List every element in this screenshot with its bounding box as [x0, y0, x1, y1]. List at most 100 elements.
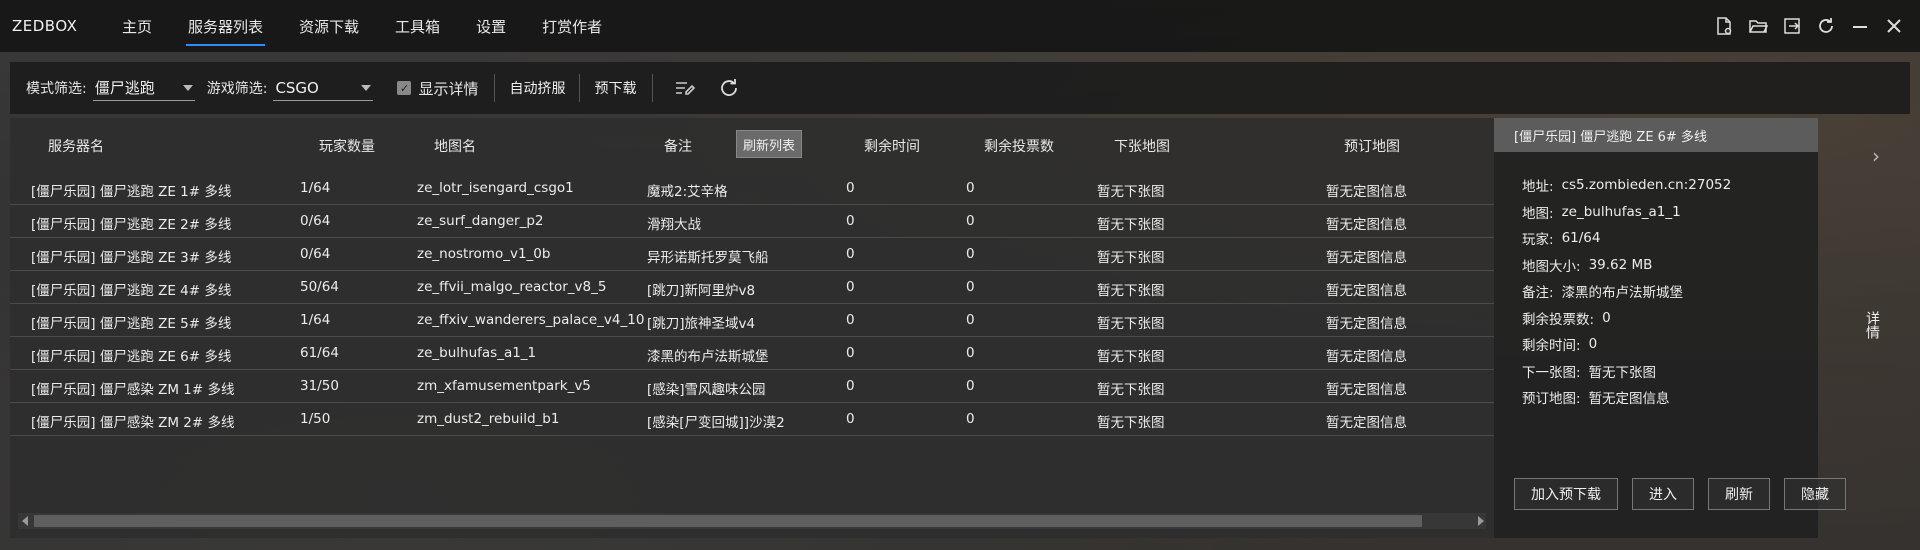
nav-home[interactable]: 主页 [104, 0, 170, 52]
folder-open-icon[interactable] [1746, 14, 1770, 38]
cell-note: [感染[尸变回城]]沙漠2 [647, 415, 785, 431]
game-filter-label: 游戏筛选: [206, 81, 268, 97]
header-next-map[interactable]: 下张地图 [1114, 136, 1170, 156]
cell-reserved-map: 暂无定图信息 [1326, 316, 1407, 332]
cell-players: 50/64 [300, 279, 339, 295]
toolbar-divider [579, 74, 581, 102]
cell-note: 异形诺斯托罗莫飞船 [647, 250, 769, 266]
table-row[interactable]: [僵尸乐园] 僵尸逃跑 ZE 6# 多线 61/64 ze_bulhufas_a… [10, 337, 1494, 370]
table-row[interactable]: [僵尸乐园] 僵尸逃跑 ZE 3# 多线 0/64 ze_nostromo_v1… [10, 238, 1494, 271]
cell-players: 0/64 [300, 246, 331, 262]
cell-map: ze_ffxiv_wanderers_palace_v4_10 [417, 312, 645, 328]
mode-filter-select[interactable]: 僵尸逃跑 [92, 75, 195, 101]
cell-reserved-map: 暂无定图信息 [1326, 250, 1407, 266]
table-row[interactable]: [僵尸乐园] 僵尸感染 ZM 2# 多线 1/50 zm_dust2_rebui… [10, 403, 1494, 436]
exit-icon[interactable] [1780, 14, 1804, 38]
cell-next-map: 暂无下张图 [1097, 250, 1165, 266]
detail-players: 玩家: 61/64 [1522, 230, 1601, 249]
table-row[interactable]: [僵尸乐园] 僵尸逃跑 ZE 2# 多线 0/64 ze_surf_danger… [10, 205, 1494, 238]
close-icon[interactable] [1882, 14, 1906, 38]
cell-note: [跳刀]旅神圣域v4 [647, 316, 756, 332]
detail-panel-title: [僵尸乐园] 僵尸逃跑 ZE 6# 多线 [1494, 118, 1818, 152]
cell-votes-left: 0 [966, 246, 975, 262]
refresh-icon[interactable] [1814, 14, 1838, 38]
auto-squeeze-button[interactable]: 自动挤服 [509, 78, 565, 98]
detail-side-tab[interactable]: 详情 [1852, 300, 1892, 350]
cell-time-left: 0 [846, 411, 855, 427]
header-reserved-map[interactable]: 预订地图 [1344, 136, 1400, 156]
enter-server-button[interactable]: 进入 [1632, 478, 1694, 510]
window-controls [1712, 0, 1906, 52]
cell-votes-left: 0 [966, 279, 975, 295]
cell-players: 1/64 [300, 312, 331, 328]
refresh-server-button[interactable]: 刷新 [1708, 478, 1770, 510]
nav-server-list[interactable]: 服务器列表 [170, 0, 281, 52]
nav-donate[interactable]: 打赏作者 [524, 0, 620, 52]
table-row[interactable]: [僵尸乐园] 僵尸逃跑 ZE 1# 多线 1/64 ze_lotr_isenga… [10, 172, 1494, 205]
nav-resource-download[interactable]: 资源下载 [281, 0, 377, 52]
nav-settings[interactable]: 设置 [458, 0, 524, 52]
header-time-left[interactable]: 剩余时间 [864, 136, 920, 156]
header-map[interactable]: 地图名 [434, 136, 476, 156]
table-row[interactable]: [僵尸乐园] 僵尸感染 ZM 1# 多线 31/50 zm_xfamusemen… [10, 370, 1494, 403]
chevron-right-icon[interactable]: › [1872, 144, 1880, 168]
cell-map: ze_ffvii_malgo_reactor_v8_5 [417, 279, 607, 295]
cell-note: 漆黑的布卢法斯城堡 [647, 349, 769, 365]
list-edit-icon[interactable] [673, 76, 697, 100]
hide-panel-button[interactable]: 隐藏 [1784, 478, 1846, 510]
cell-server-name: [僵尸乐园] 僵尸逃跑 ZE 4# 多线 [31, 283, 232, 299]
refresh-list-button[interactable]: 刷新列表 [736, 130, 802, 158]
cell-map: ze_surf_danger_p2 [417, 213, 544, 229]
main-nav: 主页 服务器列表 资源下载 工具箱 设置 打赏作者 [104, 0, 620, 52]
scroll-right-icon[interactable] [1478, 516, 1484, 526]
cell-server-name: [僵尸乐园] 僵尸逃跑 ZE 2# 多线 [31, 217, 232, 233]
cell-server-name: [僵尸乐园] 僵尸感染 ZM 2# 多线 [31, 415, 235, 431]
header-votes-left[interactable]: 剩余投票数 [984, 136, 1054, 156]
pre-download-button[interactable]: 预下载 [594, 78, 636, 98]
scroll-left-icon[interactable] [22, 516, 28, 526]
horizontal-scrollbar[interactable] [18, 513, 1486, 529]
detail-reserved-map: 预订地图: 暂无定图信息 [1522, 391, 1670, 408]
cell-server-name: [僵尸乐园] 僵尸逃跑 ZE 5# 多线 [31, 316, 232, 332]
mode-filter-value: 僵尸逃跑 [94, 79, 155, 97]
mode-filter-label: 模式筛选: [26, 81, 87, 97]
cell-time-left: 0 [846, 180, 855, 196]
game-filter-value: CSGO [275, 78, 319, 97]
refresh-icon[interactable] [717, 76, 741, 100]
cell-time-left: 0 [846, 378, 855, 394]
cell-players: 0/64 [300, 213, 331, 229]
cell-players: 31/50 [300, 378, 339, 394]
cell-map: ze_lotr_isengard_csgo1 [417, 180, 574, 196]
cell-next-map: 暂无下张图 [1097, 184, 1165, 200]
header-players[interactable]: 玩家数量 [319, 136, 375, 156]
toolbar-divider [652, 74, 654, 102]
file-settings-icon[interactable] [1712, 14, 1736, 38]
table-header: 服务器名 玩家数量 地图名 备注 刷新列表 剩余时间 剩余投票数 下张地图 预订… [10, 118, 1494, 172]
cell-note: 魔戒2:艾辛格 [647, 184, 728, 200]
show-details-label: 显示详情 [418, 79, 479, 98]
header-server-name[interactable]: 服务器名 [48, 136, 104, 156]
add-pre-download-button[interactable]: 加入预下载 [1514, 478, 1618, 510]
detail-note: 备注: 漆黑的布卢法斯城堡 [1522, 285, 1684, 302]
show-details-checkbox[interactable]: ✓ 显示详情 [397, 78, 478, 99]
cell-time-left: 0 [846, 312, 855, 328]
cell-votes-left: 0 [966, 378, 975, 394]
minimize-icon[interactable] [1848, 14, 1872, 38]
cell-server-name: [僵尸乐园] 僵尸感染 ZM 1# 多线 [31, 382, 235, 398]
filter-toolbar: 模式筛选: 僵尸逃跑 游戏筛选: CSGO ✓ 显示详情 自动挤服 预下载 [10, 62, 1910, 114]
checkbox-check-icon: ✓ [397, 81, 412, 95]
cell-votes-left: 0 [966, 345, 975, 361]
detail-time-left: 剩余时间: 0 [1522, 336, 1598, 355]
table-row[interactable]: [僵尸乐园] 僵尸逃跑 ZE 4# 多线 50/64 ze_ffvii_malg… [10, 271, 1494, 304]
cell-time-left: 0 [846, 345, 855, 361]
table-row[interactable]: [僵尸乐园] 僵尸逃跑 ZE 5# 多线 1/64 ze_ffxiv_wande… [10, 304, 1494, 337]
game-filter-select[interactable]: CSGO [273, 75, 374, 101]
cell-server-name: [僵尸乐园] 僵尸逃跑 ZE 1# 多线 [31, 184, 232, 200]
scrollbar-thumb[interactable] [34, 515, 1422, 527]
cell-map: ze_bulhufas_a1_1 [417, 345, 537, 361]
header-note[interactable]: 备注 [664, 136, 692, 156]
detail-next-map: 下一张图: 暂无下张图 [1522, 364, 1657, 381]
nav-toolbox[interactable]: 工具箱 [377, 0, 458, 52]
cell-next-map: 暂无下张图 [1097, 382, 1165, 398]
chevron-down-icon [361, 84, 372, 91]
